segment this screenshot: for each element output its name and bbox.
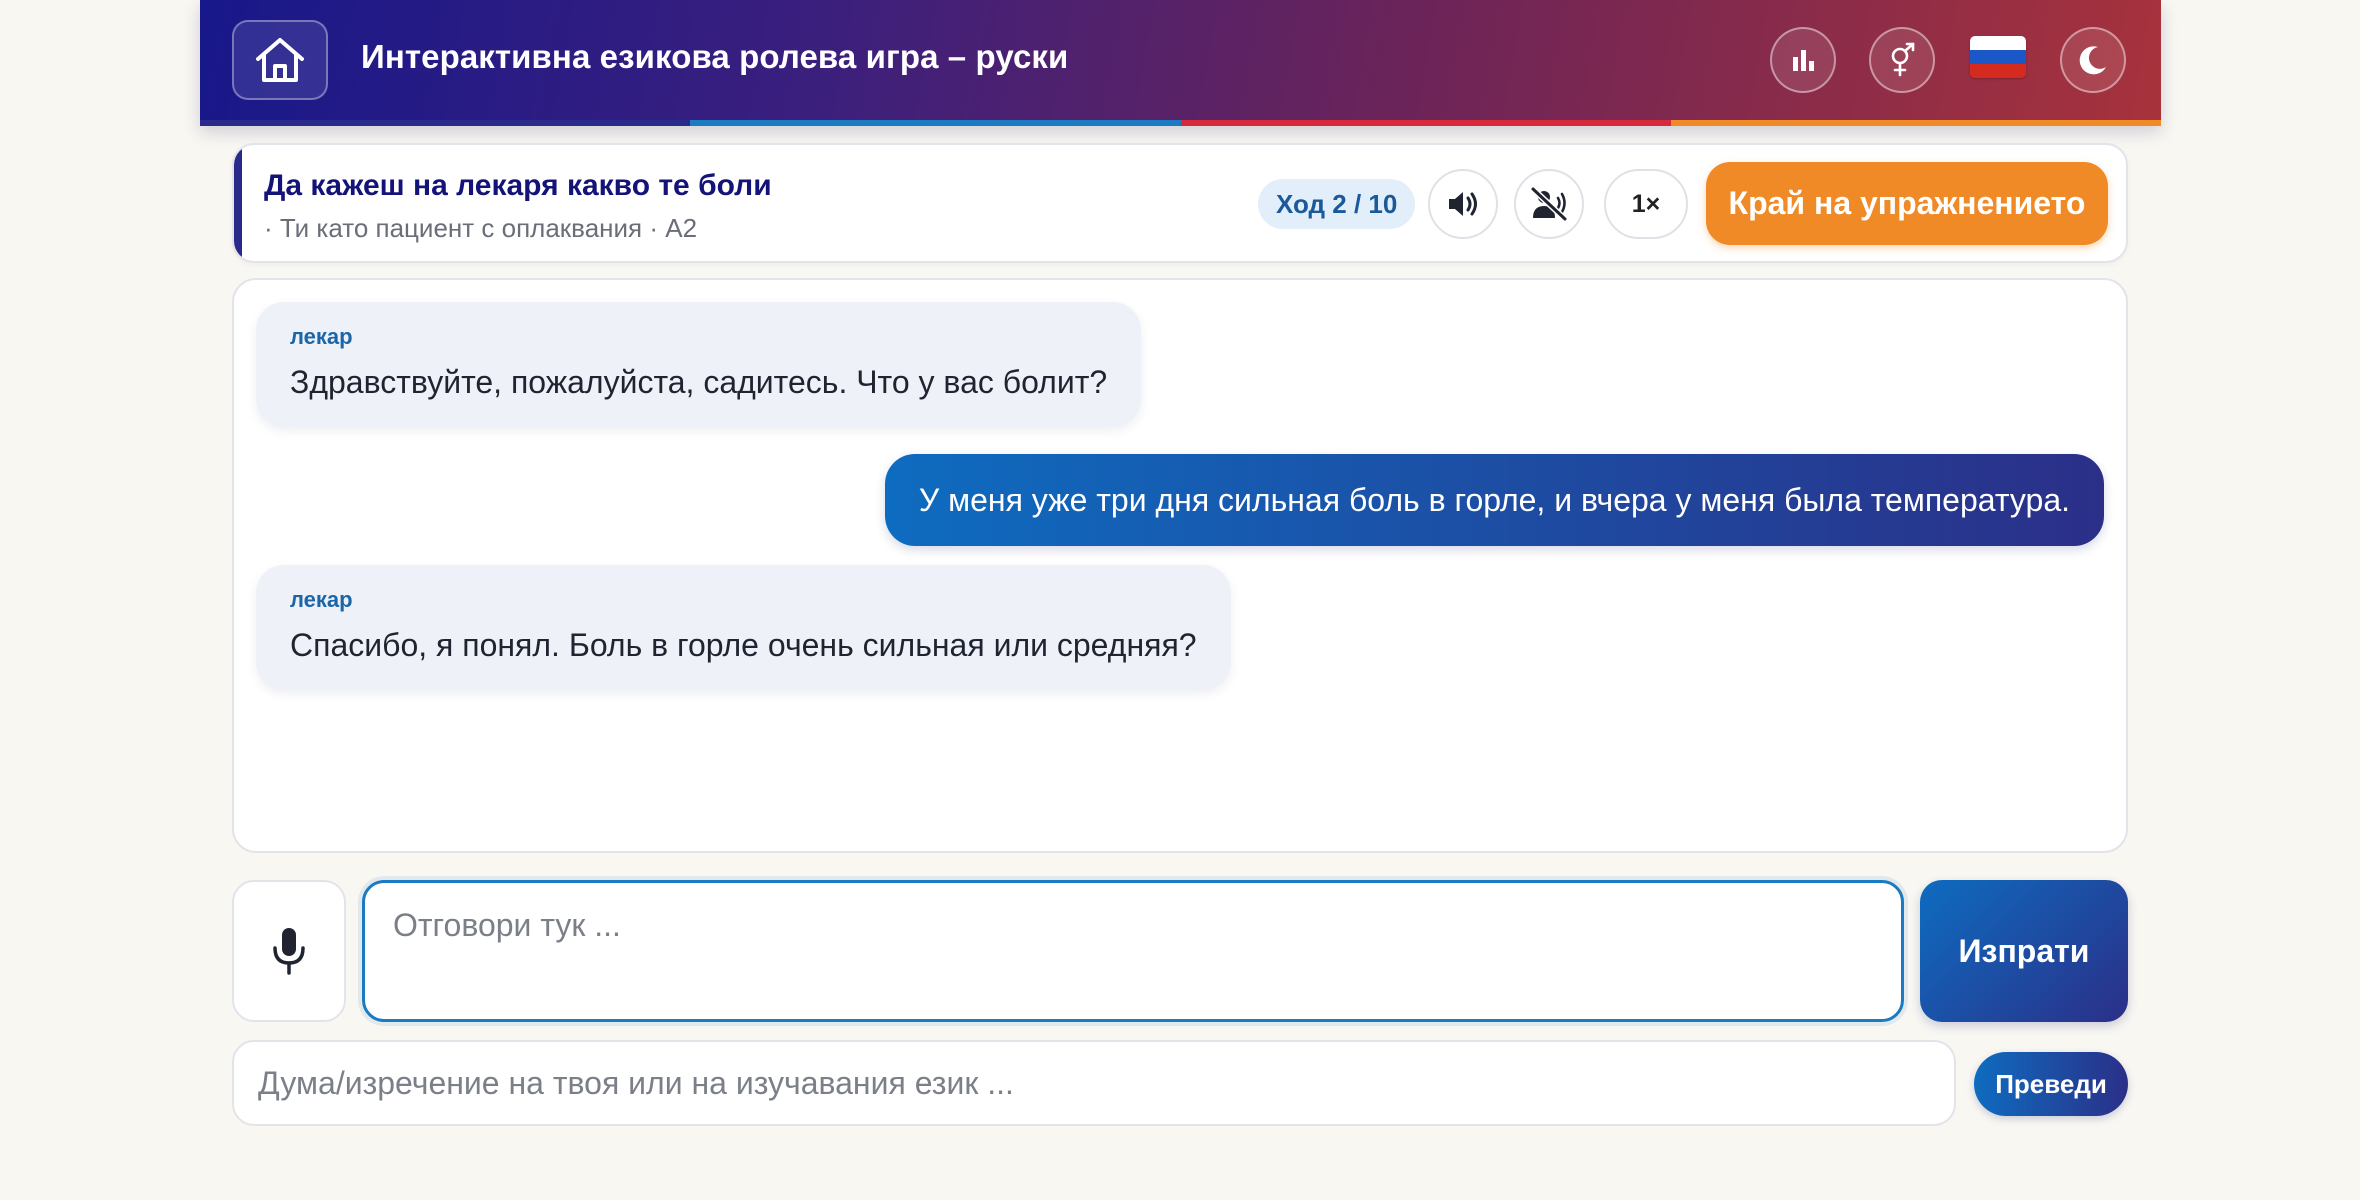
- gender-button[interactable]: [1869, 27, 1935, 93]
- home-icon: [256, 38, 304, 82]
- scenario-title: Да кажеш на лекаря какво те боли: [264, 169, 772, 202]
- npc-message: лекар Здравствуйте, пожалуйста, садитесь…: [256, 302, 1142, 427]
- message-speaker: лекар: [290, 324, 353, 349]
- user-message: У меня уже три дня сильная боль в горле,…: [884, 454, 2104, 546]
- send-button[interactable]: Изпрати: [1920, 880, 2128, 1022]
- message-speaker: лекар: [290, 587, 353, 612]
- turn-counter-badge: Ход 2 / 10: [1258, 179, 1416, 229]
- mute-voice-button[interactable]: [1514, 169, 1584, 239]
- gender-icon: [1891, 42, 1915, 77]
- message-text: Спасибо, я понял. Боль в горле очень сил…: [290, 627, 1197, 663]
- phrase-input[interactable]: [232, 1040, 1956, 1126]
- header-stripe: [200, 120, 2161, 126]
- play-audio-button[interactable]: [1428, 169, 1498, 239]
- moon-icon: [2079, 46, 2106, 75]
- answer-input[interactable]: [362, 880, 1904, 1022]
- chat-panel: лекар Здравствуйте, пожалуйста, садитесь…: [232, 278, 2128, 853]
- page-title: Интерактивна езикова ролева игра – руски: [361, 38, 1069, 75]
- end-exercise-button[interactable]: Край на упражнението: [1706, 162, 2108, 245]
- bar-chart-icon: [1793, 50, 1814, 71]
- scenario-accent: [234, 145, 242, 261]
- scenario-subtitle: · Ти като пациент с оплаквания · A2: [264, 213, 698, 243]
- app-header: Интерактивна езикова ролева игра – руски: [200, 0, 2161, 126]
- speaker-icon: [1449, 192, 1477, 216]
- microphone-icon: [273, 928, 305, 975]
- playback-speed-button[interactable]: 1×: [1604, 169, 1688, 239]
- translate-button[interactable]: Преведи: [1974, 1052, 2128, 1116]
- message-text: У меня уже три дня сильная боль в горле,…: [918, 481, 2070, 518]
- home-button[interactable]: [232, 20, 328, 100]
- russia-flag[interactable]: [1970, 36, 2026, 78]
- microphone-button[interactable]: [232, 880, 346, 1022]
- stats-button[interactable]: [1770, 27, 1836, 93]
- message-text: Здравствуйте, пожалуйста, садитесь. Что …: [290, 364, 1108, 400]
- scenario-bar: Да кажеш на лекаря какво те боли · Ти ка…: [232, 143, 2128, 263]
- theme-toggle-button[interactable]: [2060, 27, 2126, 93]
- npc-message: лекар Спасибо, я понял. Боль в горле оче…: [256, 565, 1231, 690]
- mute-icon: [1530, 186, 1568, 222]
